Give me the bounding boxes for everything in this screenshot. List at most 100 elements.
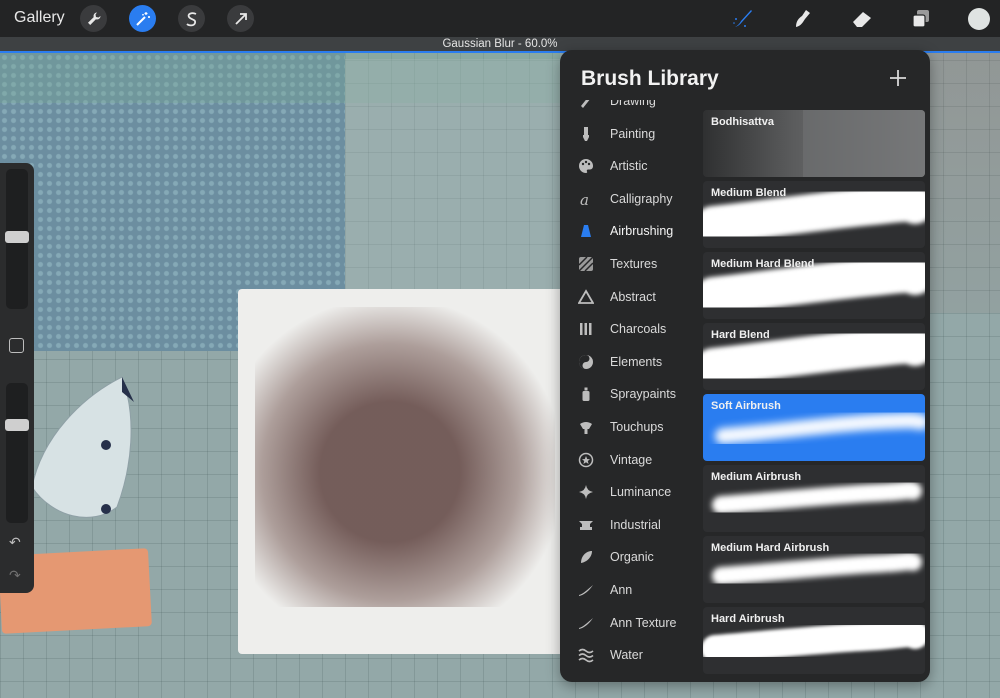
texture-icon: [577, 255, 595, 273]
butterfly-art: [31, 376, 134, 518]
gallery-button[interactable]: Gallery: [14, 9, 65, 27]
handwriting-art: [925, 377, 1000, 577]
brush-set-water[interactable]: Water: [560, 640, 700, 670]
brush-tool-button[interactable]: [729, 5, 757, 33]
brush-name: Soft Airbrush: [711, 400, 781, 412]
brush-set-luminance[interactable]: Luminance: [560, 477, 700, 507]
brush-set-touchups[interactable]: Touchups: [560, 412, 700, 442]
undo-button[interactable]: ↶: [9, 534, 21, 551]
brush-set-label: Painting: [610, 126, 656, 141]
brush-set-label: Touchups: [610, 420, 664, 434]
brush-set-label: Vintage: [610, 452, 653, 467]
brush-bodhisattva[interactable]: Bodhisattva: [703, 110, 925, 177]
star-badge-icon: [577, 451, 595, 469]
brush-set-label: Ann: [610, 583, 633, 597]
stroke-icon: [577, 581, 595, 599]
opacity-thumb[interactable]: [5, 418, 29, 431]
brush-set-label: Artistic: [610, 159, 648, 174]
brush-set-artistic[interactable]: Artistic: [560, 151, 700, 181]
brush-hard-airbrush[interactable]: Hard Airbrush: [703, 607, 925, 674]
smudge-icon: [796, 10, 810, 27]
airbrush-icon: [577, 222, 595, 240]
pencil-icon: [577, 100, 595, 110]
paint-smudge-art: [255, 307, 555, 607]
brush-name: Medium Hard Blend: [711, 258, 815, 270]
brush-set-label: Airbrushing: [610, 224, 674, 239]
brush-set-painting[interactable]: Painting: [560, 119, 700, 149]
brush-soft-airbrush[interactable]: Soft Airbrush: [703, 394, 925, 461]
color-picker-button[interactable]: [968, 8, 990, 30]
transform-button[interactable]: [227, 5, 254, 32]
brush-set-spraypaints[interactable]: Spraypaints: [560, 379, 700, 409]
eraser-tool-button[interactable]: [848, 5, 876, 33]
brush-set-label: Elements: [610, 354, 663, 369]
brush-set-textures[interactable]: Textures: [560, 249, 700, 279]
brush-set-elements[interactable]: Elements: [560, 347, 700, 377]
brush-size-thumb[interactable]: [5, 230, 29, 243]
brush-medium-blend[interactable]: Medium Blend: [703, 181, 925, 248]
brush-set-list: Drawing Painting Artistic a Calligraphy Airbr…: [560, 100, 700, 682]
brush-set-vintage[interactable]: Vintage: [560, 445, 700, 475]
brush-set-ann-texture[interactable]: Ann Texture: [560, 608, 700, 638]
brush-set-industrial[interactable]: Industrial: [560, 510, 700, 540]
layers-icon: [912, 10, 929, 28]
spray-can-icon: [577, 385, 595, 403]
brush-set-airbrushing[interactable]: Airbrushing: [560, 216, 700, 246]
redo-button[interactable]: ↷: [9, 567, 21, 584]
adjustments-button[interactable]: [129, 5, 156, 32]
touchup-icon: [577, 418, 595, 436]
brush-set-label: Textures: [610, 257, 658, 271]
wrench-icon: [87, 12, 100, 25]
paintbrush-icon: [577, 125, 595, 143]
selection-button[interactable]: [178, 5, 205, 32]
brush-set-label: Luminance: [610, 485, 672, 500]
svg-text:a: a: [580, 191, 589, 207]
brush-icon: [733, 10, 752, 27]
layers-button[interactable]: [907, 5, 935, 33]
brush-medium-hard-blend[interactable]: Medium Hard Blend: [703, 252, 925, 319]
top-toolbar: Gallery: [0, 0, 1000, 37]
calligraphy-icon: a: [577, 190, 595, 208]
stroke-icon: [577, 614, 595, 632]
brush-set-ann[interactable]: Ann: [560, 575, 700, 605]
brush-name: Medium Airbrush: [711, 471, 802, 483]
brush-set-calligraphy[interactable]: a Calligraphy: [560, 184, 700, 214]
brush-name: Hard Blend: [711, 329, 770, 341]
brush-list: Bodhisattva Medium Blend Medium Hard Blend…: [703, 110, 925, 682]
eraser-icon: [853, 12, 871, 27]
leaf-icon: [577, 548, 595, 566]
brush-set-charcoals[interactable]: Charcoals: [560, 314, 700, 344]
yin-yang-icon: [577, 353, 595, 371]
brush-name: Medium Blend: [711, 187, 787, 199]
brush-medium-airbrush[interactable]: Medium Airbrush: [703, 465, 925, 532]
anvil-icon: [577, 516, 595, 534]
waves-icon: [577, 646, 595, 664]
brush-name: Medium Hard Airbrush: [711, 542, 830, 554]
brush-set-drawing[interactable]: Drawing: [560, 100, 700, 116]
brush-set-abstract[interactable]: Abstract: [560, 282, 700, 312]
smudge-tool-button[interactable]: [788, 5, 816, 33]
brush-set-label: Ann Texture: [610, 615, 677, 630]
modify-button[interactable]: [9, 338, 24, 353]
brush-set-label: Charcoals: [610, 322, 667, 337]
charcoal-icon: [577, 320, 595, 338]
opacity-slider[interactable]: [6, 383, 28, 523]
brush-library-panel: Brush Library Drawing Painting Artistic a Ca…: [560, 50, 930, 682]
brush-set-label: Water: [610, 648, 643, 663]
add-brush-icon[interactable]: [886, 66, 910, 90]
actions-button[interactable]: [80, 5, 107, 32]
brush-set-label: Organic: [610, 550, 654, 565]
brush-set-label: Abstract: [610, 289, 656, 304]
palette-icon: [577, 157, 595, 175]
brush-set-label: Calligraphy: [610, 191, 673, 206]
brush-name: Bodhisattva: [711, 116, 774, 128]
brush-set-label: Spraypaints: [610, 387, 677, 402]
brush-medium-hard-airbrush[interactable]: Medium Hard Airbrush: [703, 536, 925, 603]
brush-hard-blend[interactable]: Hard Blend: [703, 323, 925, 390]
panel-title: Brush Library: [581, 67, 719, 90]
brush-set-organic[interactable]: Organic: [560, 542, 700, 572]
brush-name: Hard Airbrush: [711, 613, 785, 625]
triangle-icon: [577, 288, 595, 306]
botanical-sketch-art: [925, 53, 1000, 313]
brush-set-label: Drawing: [610, 100, 656, 108]
